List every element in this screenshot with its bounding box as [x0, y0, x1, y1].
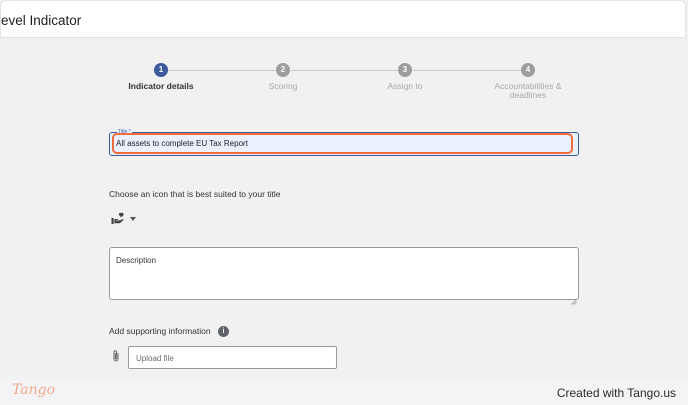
footer: Tango Created with Tango.us — [0, 378, 688, 405]
tango-credit: Created with Tango.us — [556, 386, 676, 400]
step-label: Accountabilities & deadlines — [494, 81, 562, 100]
upload-placeholder: Upload file — [136, 354, 174, 363]
chevron-down-icon — [130, 217, 136, 221]
resize-handle-icon[interactable] — [571, 292, 577, 305]
icon-prompt-label: Choose an icon that is best suited to yo… — [109, 189, 281, 199]
upload-file-input[interactable]: Upload file — [128, 346, 337, 369]
title-value: All assets to complete EU Tax Report — [116, 139, 248, 148]
step-accountabilities-deadlines[interactable]: 4 Accountabilities & deadlines — [473, 63, 583, 100]
title-bar: evel Indicator — [0, 0, 686, 38]
step-number: 3 — [398, 63, 412, 77]
step-label: Indicator details — [128, 81, 194, 91]
tango-logo: Tango — [12, 382, 56, 398]
paperclip-icon[interactable] — [111, 349, 121, 363]
hand-heart-icon — [111, 212, 125, 230]
step-indicator-details[interactable]: 1 Indicator details — [106, 63, 216, 91]
description-textarea[interactable]: Description — [109, 247, 579, 305]
icon-select-dropdown[interactable] — [111, 212, 137, 226]
page-title: evel Indicator — [1, 13, 82, 28]
step-number: 1 — [154, 63, 168, 77]
step-label: Scoring — [268, 81, 298, 91]
step-assign-to[interactable]: 3 Assign to — [350, 63, 460, 91]
step-number: 2 — [276, 63, 290, 77]
supporting-info-label: Add supporting information — [109, 326, 211, 336]
step-scoring[interactable]: 2 Scoring — [228, 63, 338, 91]
description-placeholder: Description — [116, 256, 157, 265]
info-icon[interactable]: i — [218, 326, 229, 337]
step-label: Assign to — [387, 81, 423, 91]
title-field-label: Title * — [117, 129, 132, 135]
app-window: evel Indicator 1 Indicator details 2 Sco… — [0, 0, 688, 378]
step-number: 4 — [521, 63, 535, 77]
title-input[interactable]: Title * All assets to complete EU Tax Re… — [109, 129, 579, 156]
